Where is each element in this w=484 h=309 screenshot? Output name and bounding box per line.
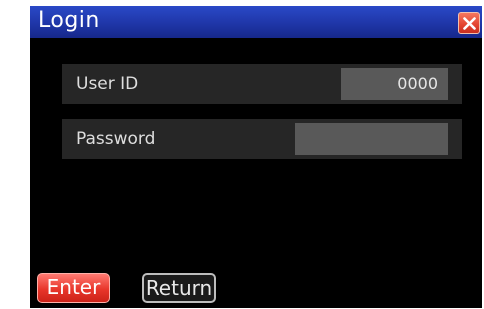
title-bar: Login <box>30 6 482 38</box>
password-label: Password <box>76 129 156 149</box>
user-id-row: User ID 0000 <box>62 64 462 104</box>
close-icon <box>463 17 476 30</box>
password-row: Password <box>62 119 462 159</box>
user-id-label: User ID <box>76 74 139 94</box>
user-id-field[interactable]: 0000 <box>341 68 448 100</box>
enter-button[interactable]: Enter <box>37 273 110 303</box>
password-field[interactable] <box>295 123 448 155</box>
close-button[interactable] <box>458 12 480 34</box>
return-button[interactable]: Return <box>142 273 216 303</box>
login-dialog: Login User ID 0000 Password Enter Return <box>30 6 482 308</box>
dialog-title: Login <box>38 8 100 33</box>
